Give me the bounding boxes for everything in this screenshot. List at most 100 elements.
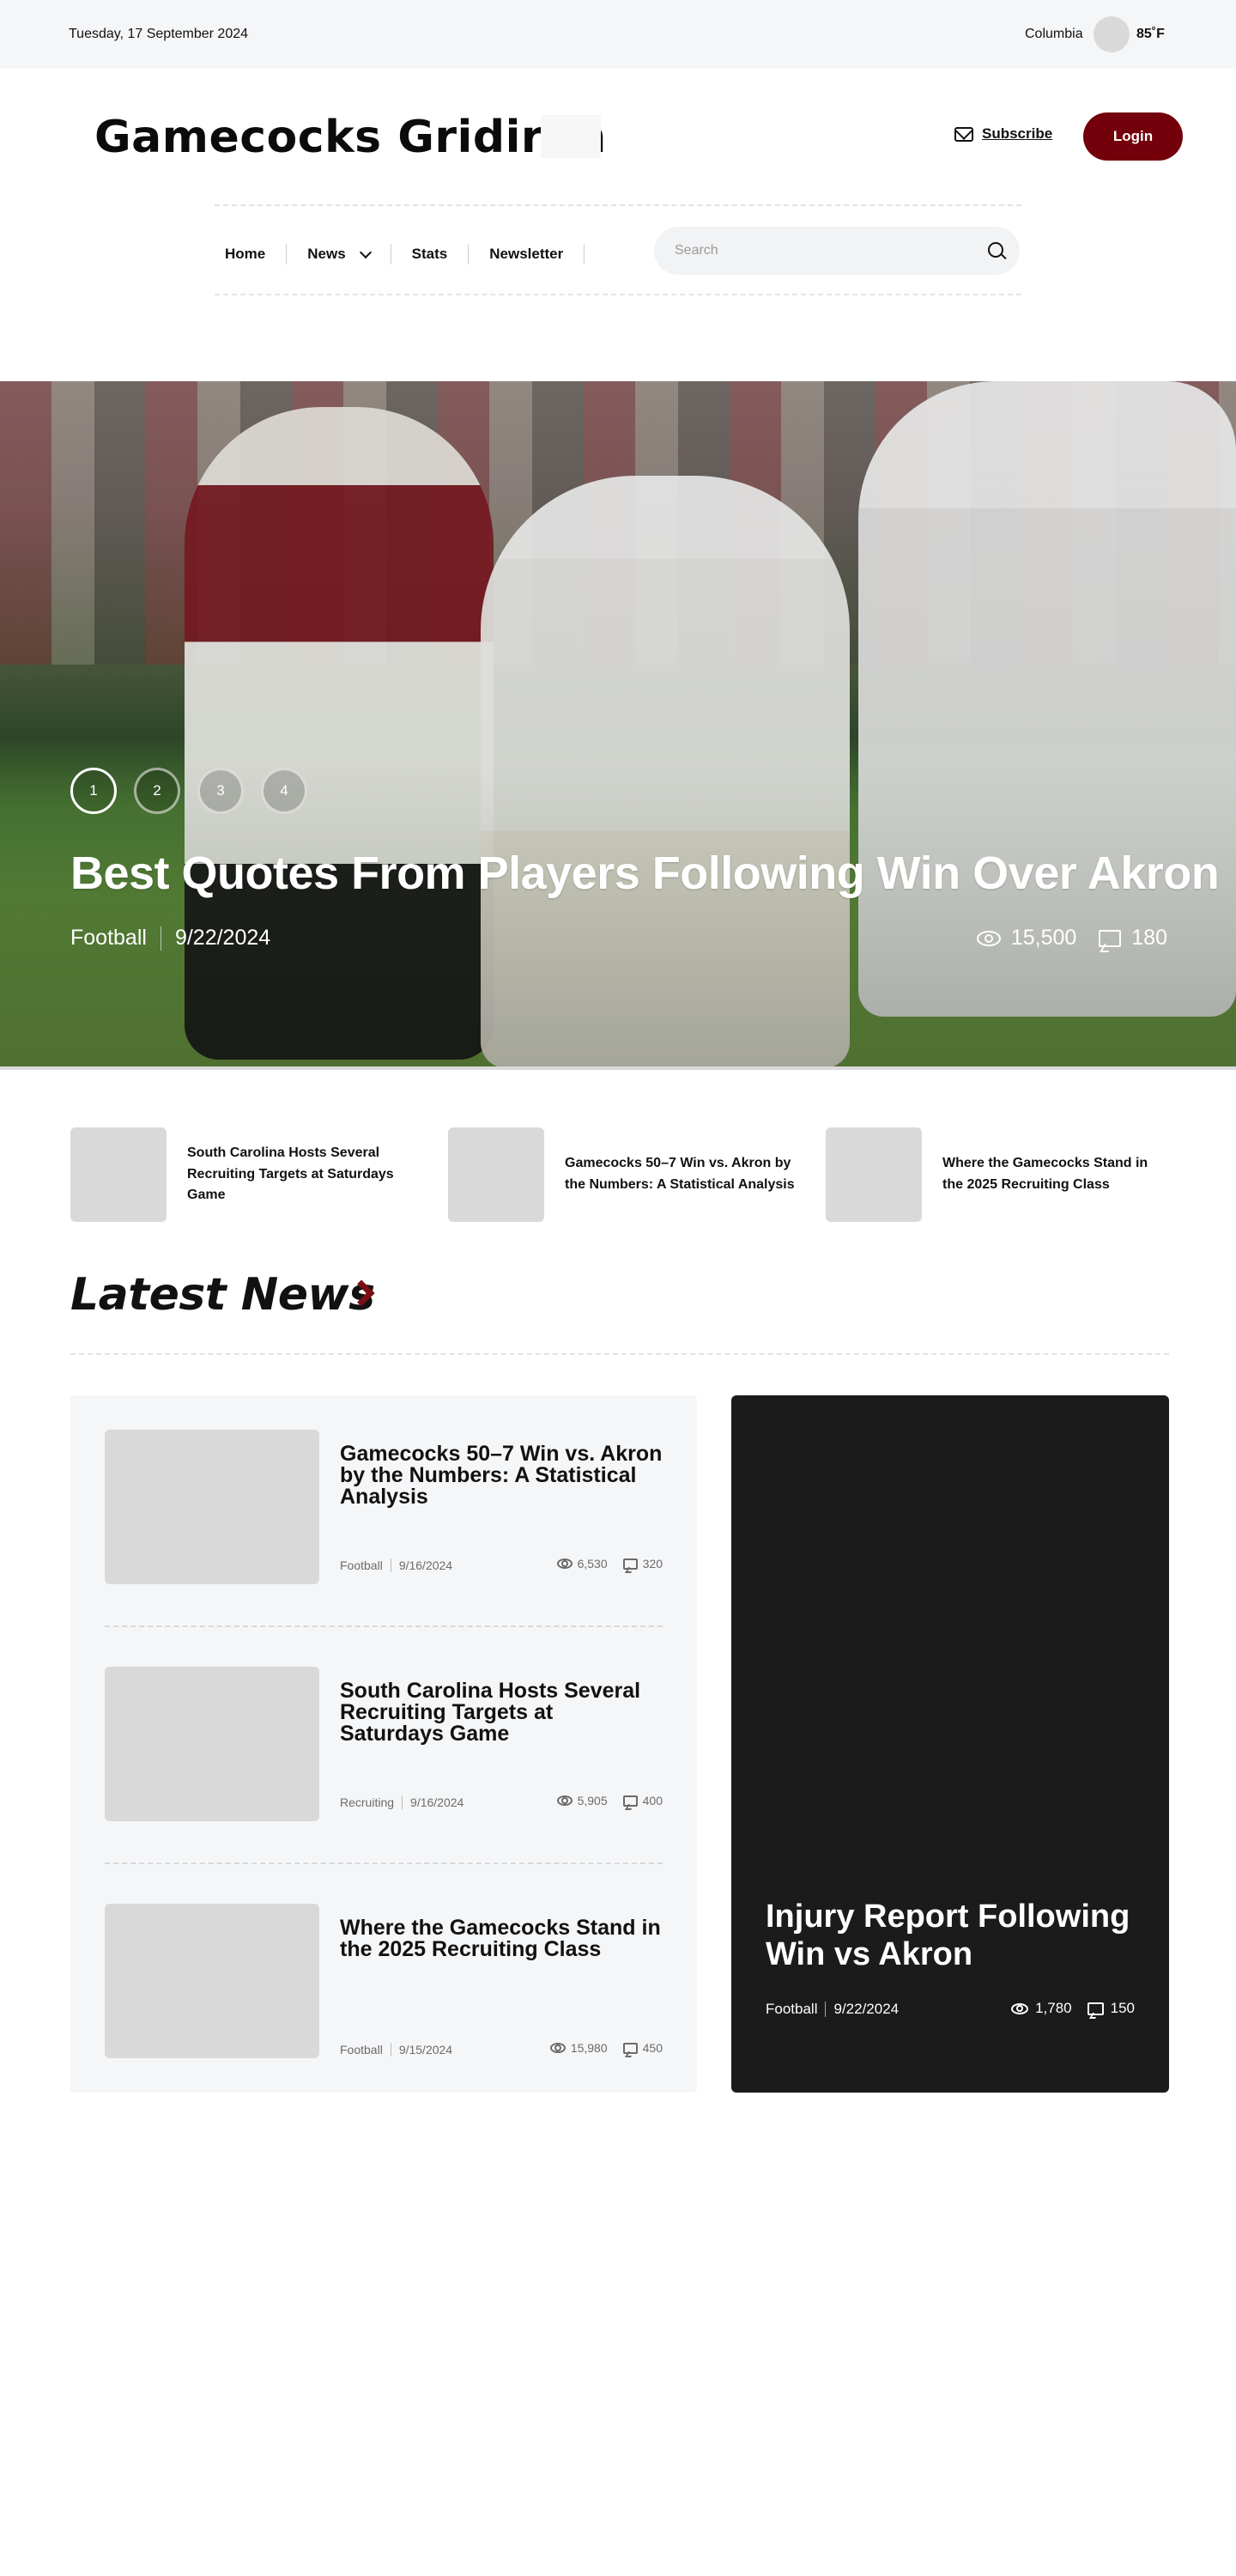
list-divider	[105, 1862, 663, 1864]
comments-stat: 320	[622, 1557, 663, 1571]
search-box	[654, 227, 1020, 275]
eye-icon	[556, 1795, 573, 1806]
hero-stats: 15,500 180	[976, 926, 1167, 951]
news-category[interactable]: Football	[340, 2043, 383, 2057]
hero-category[interactable]: Football	[70, 926, 147, 951]
story-title: Where the Gamecocks Stand in the 2025 Re…	[942, 1156, 1148, 1192]
comment-icon	[622, 2042, 638, 2054]
story-thumbnail	[70, 1127, 167, 1222]
hero-date: 9/22/2024	[174, 926, 271, 950]
carousel-dot[interactable]: 3	[197, 768, 244, 814]
views-stat: 5,905	[556, 1794, 608, 1807]
nav-item-label: Newsletter	[489, 246, 564, 262]
main-nav: Home News Stats Newsletter	[215, 204, 1021, 295]
story-title: South Carolina Hosts Several Recruiting …	[187, 1145, 394, 1203]
featured-news-title: Injury Report Following Win vs Akron	[766, 1899, 1130, 1972]
site-logo[interactable]: Gamecocks Gridiron	[94, 112, 607, 163]
hero-carousel[interactable]: 1 2 3 4 Best Quotes From Players Followi…	[0, 381, 1236, 1068]
carousel-dot[interactable]: 4	[261, 768, 307, 814]
carousel-pagination: 1 2 3 4	[70, 768, 307, 814]
featured-news-meta: Football 9/22/2024	[766, 2001, 899, 2018]
news-title: Where the Gamecocks Stand in the 2025 Re…	[340, 1916, 661, 1961]
news-title: South Carolina Hosts Several Recruiting …	[340, 1679, 641, 1746]
featured-news-stats: 1,780 150	[1011, 2000, 1135, 2017]
comments-count: 180	[1131, 926, 1167, 950]
comments-stat: 180	[1099, 926, 1167, 951]
featured-news-card[interactable]: Injury Report Following Win vs Akron Foo…	[731, 1395, 1169, 2093]
meta-divider	[825, 2002, 827, 2017]
mini-story[interactable]: Where the Gamecocks Stand in the 2025 Re…	[826, 1127, 1169, 1222]
views-count: 6,530	[577, 1557, 608, 1571]
comments-stat: 150	[1087, 2000, 1135, 2017]
comment-icon	[1099, 929, 1122, 947]
views-count: 15,500	[1010, 926, 1077, 950]
views-count: 1,780	[1035, 2000, 1072, 2016]
weather-icon	[1094, 16, 1130, 52]
eye-icon	[556, 1558, 573, 1569]
mini-story[interactable]: Gamecocks 50–7 Win vs. Akron by the Numb…	[448, 1127, 805, 1222]
news-title: Gamecocks 50–7 Win vs. Akron by the Numb…	[340, 1442, 663, 1509]
chevron-down-icon	[359, 246, 372, 258]
hero-title[interactable]: Best Quotes From Players Following Win O…	[70, 847, 1220, 900]
latest-news-list: Gamecocks 50–7 Win vs. Akron by the Numb…	[70, 1395, 697, 2093]
views-stat: 15,980	[549, 2041, 608, 2055]
news-stats: 15,980 450	[549, 2041, 663, 2055]
comments-count: 150	[1110, 2000, 1135, 2016]
comment-icon	[622, 1558, 638, 1570]
story-thumbnail	[448, 1127, 544, 1222]
weather-location: Columbia	[1025, 27, 1083, 41]
comments-stat: 450	[622, 2041, 663, 2055]
section-divider	[70, 1353, 1169, 1355]
nav-item-stats[interactable]: Stats	[391, 244, 470, 264]
views-stat: 15,500	[976, 926, 1077, 951]
news-date: 9/15/2024	[398, 2043, 453, 2057]
news-stats: 5,905 400	[556, 1794, 663, 1807]
search-input[interactable]	[675, 227, 966, 275]
comments-count: 400	[642, 1794, 663, 1807]
news-card[interactable]: Where the Gamecocks Stand in the 2025 Re…	[105, 1904, 663, 2060]
mini-story[interactable]: South Carolina Hosts Several Recruiting …	[70, 1127, 412, 1222]
list-divider	[105, 1625, 663, 1627]
weather-temperature: 85˚F	[1136, 27, 1165, 41]
news-thumbnail	[105, 1667, 319, 1821]
news-thumbnail	[105, 1430, 319, 1584]
news-thumbnail	[105, 1904, 319, 2058]
news-stats: 6,530 320	[556, 1557, 663, 1571]
meta-divider	[402, 1795, 403, 1809]
views-count: 15,980	[570, 2041, 608, 2055]
news-meta: Football 9/16/2024	[340, 1558, 452, 1572]
story-title: Gamecocks 50–7 Win vs. Akron by the Numb…	[565, 1156, 795, 1192]
hero-overlay	[0, 381, 1236, 1068]
comment-icon	[622, 1795, 638, 1807]
news-card[interactable]: South Carolina Hosts Several Recruiting …	[105, 1667, 663, 1823]
subscribe-label: Subscribe	[982, 125, 1053, 142]
views-stat: 6,530	[556, 1557, 608, 1571]
hero-meta: Football 9/22/2024	[70, 926, 270, 951]
news-category[interactable]: Recruiting	[340, 1795, 394, 1809]
eye-icon	[976, 930, 1001, 946]
logo-backdrop	[541, 115, 601, 158]
comments-count: 320	[642, 1557, 663, 1571]
nav-item-label: Stats	[411, 246, 448, 262]
news-date: 9/16/2024	[398, 1558, 453, 1572]
comments-stat: 400	[622, 1794, 663, 1807]
eye-icon	[549, 2043, 566, 2053]
nav-item-news[interactable]: News	[287, 244, 391, 264]
nav-item-newsletter[interactable]: Newsletter	[469, 244, 585, 264]
news-meta: Football 9/15/2024	[340, 2043, 452, 2057]
latest-news-heading[interactable]: Latest News	[70, 1269, 375, 1321]
news-category[interactable]: Football	[340, 1558, 383, 1572]
news-date: 9/22/2024	[833, 2001, 900, 2017]
subscribe-link[interactable]: Subscribe	[954, 125, 1052, 143]
nav-item-label: News	[307, 246, 346, 262]
search-icon[interactable]	[988, 242, 1003, 258]
carousel-dot[interactable]: 1	[70, 768, 117, 814]
top-bar: Tuesday, 17 September 2024 Columbia 85˚F	[0, 0, 1236, 69]
news-category[interactable]: Football	[766, 2001, 817, 2018]
news-card[interactable]: Gamecocks 50–7 Win vs. Akron by the Numb…	[105, 1430, 663, 1586]
carousel-dot[interactable]: 2	[134, 768, 180, 814]
news-date: 9/16/2024	[410, 1795, 464, 1809]
login-button[interactable]: Login	[1083, 112, 1183, 161]
views-stat: 1,780	[1011, 2000, 1072, 2017]
nav-item-home[interactable]: Home	[215, 244, 288, 264]
